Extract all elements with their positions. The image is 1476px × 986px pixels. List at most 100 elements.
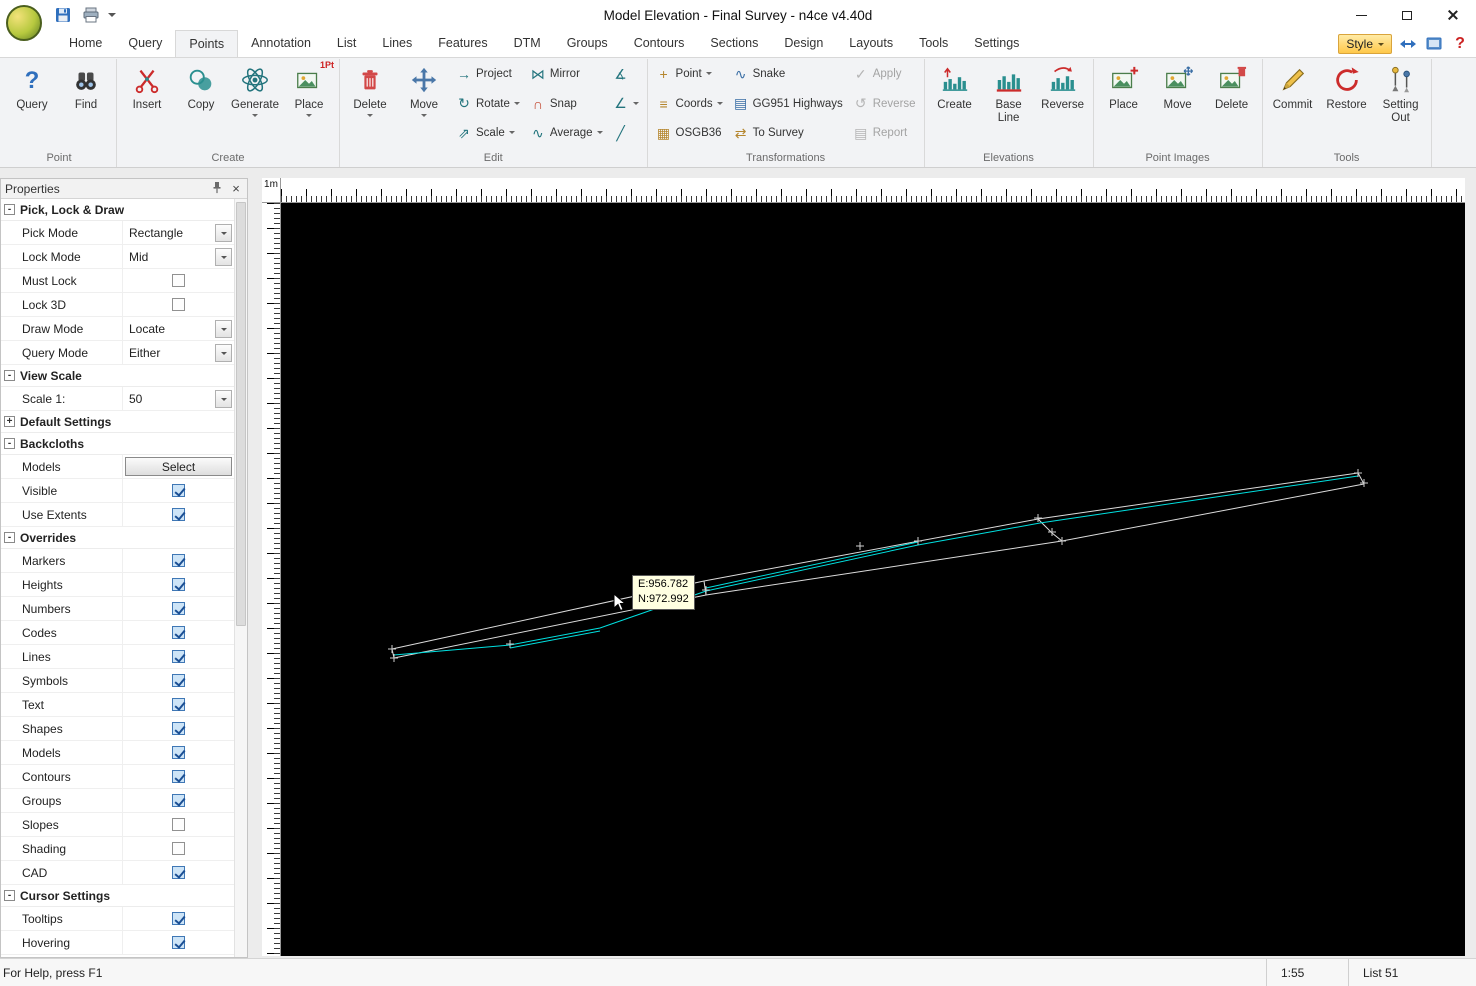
button-create[interactable]: Create — [929, 61, 981, 150]
section-backcloths[interactable]: - Backcloths — [1, 433, 234, 455]
collapse-icon[interactable]: - — [4, 890, 15, 901]
checkbox-markers[interactable] — [172, 554, 185, 567]
checkbox-contours[interactable] — [172, 770, 185, 783]
help-icon[interactable]: ? — [1450, 34, 1470, 54]
dropdown-scale-1[interactable]: 50 — [123, 387, 234, 410]
button-measure-icon[interactable]: ∡ — [609, 61, 643, 87]
print-icon[interactable] — [80, 4, 102, 26]
button-place[interactable]: 1Pt Place — [283, 60, 335, 150]
section-view-scale[interactable]: - View Scale — [1, 365, 234, 387]
checkbox-lines[interactable] — [172, 650, 185, 663]
checkbox-must-lock[interactable] — [172, 274, 185, 287]
dropdown-arrow-icon[interactable] — [215, 223, 232, 242]
checkbox-tooltips[interactable] — [172, 912, 185, 925]
tab-layouts[interactable]: Layouts — [836, 30, 906, 57]
button-commit[interactable]: Commit — [1267, 61, 1319, 150]
button-find[interactable]: Find — [60, 61, 112, 150]
checkbox-text[interactable] — [172, 698, 185, 711]
reference-book-icon[interactable] — [1424, 34, 1444, 54]
button-snake[interactable]: ∿ Snake — [729, 61, 847, 87]
tab-list[interactable]: List — [324, 30, 369, 57]
button-to-survey[interactable]: ⇄ To Survey — [729, 120, 847, 146]
properties-scrollbar[interactable] — [235, 199, 247, 957]
section-default-settings[interactable]: + Default Settings — [1, 411, 234, 433]
dropdown-pick-mode[interactable]: Rectangle — [123, 221, 234, 244]
button-rotate[interactable]: ↻ Rotate — [452, 91, 524, 117]
checkbox-heights[interactable] — [172, 578, 185, 591]
checkbox-groups[interactable] — [172, 794, 185, 807]
button-delete[interactable]: Delete — [1206, 61, 1258, 150]
collapse-icon[interactable]: - — [4, 438, 15, 449]
button-slope-icon[interactable]: ╱ — [609, 120, 643, 146]
checkbox-shapes[interactable] — [172, 722, 185, 735]
button-base-line[interactable]: Base Line — [983, 61, 1035, 150]
save-icon[interactable] — [52, 4, 74, 26]
button-restore[interactable]: Restore — [1321, 61, 1373, 150]
button-generate[interactable]: Generate — [229, 61, 281, 150]
button-insert[interactable]: Insert — [121, 61, 173, 150]
button-coords[interactable]: ≡ Coords — [652, 91, 727, 117]
section-overrides[interactable]: - Overrides — [1, 527, 234, 549]
pin-icon[interactable] — [211, 181, 223, 197]
button-query[interactable]: ? Query — [6, 61, 58, 150]
close-panel-icon[interactable]: × — [229, 181, 243, 196]
button-setting-out[interactable]: Setting Out — [1375, 61, 1427, 150]
collapse-icon[interactable]: - — [4, 204, 15, 215]
dropdown-lock-mode[interactable]: Mid — [123, 245, 234, 268]
checkbox-lock-3d[interactable] — [172, 298, 185, 311]
tab-settings[interactable]: Settings — [961, 30, 1032, 57]
dropdown-arrow-icon[interactable] — [215, 319, 232, 338]
tab-points[interactable]: Points — [175, 30, 239, 57]
minimize-button[interactable] — [1338, 0, 1384, 30]
model-canvas[interactable]: E:956.782 N:972.992 — [281, 203, 1465, 956]
tab-sections[interactable]: Sections — [697, 30, 771, 57]
checkbox-shading[interactable] — [172, 842, 185, 855]
dropdown-arrow-icon[interactable] — [215, 389, 232, 408]
button-point[interactable]: + Point — [652, 61, 727, 87]
tab-lines[interactable]: Lines — [369, 30, 425, 57]
close-button[interactable] — [1430, 0, 1476, 30]
button-move[interactable]: Move — [398, 61, 450, 150]
button-report[interactable]: ▤ Report — [849, 120, 920, 146]
button-project[interactable]: → Project — [452, 61, 524, 87]
tab-dtm[interactable]: DTM — [501, 30, 554, 57]
expand-icon[interactable]: + — [4, 416, 15, 427]
tab-home[interactable]: Home — [56, 30, 115, 57]
button-move[interactable]: Move — [1152, 61, 1204, 150]
button-snap[interactable]: ∩ Snap — [526, 91, 607, 117]
tab-annotation[interactable]: Annotation — [238, 30, 324, 57]
tab-query[interactable]: Query — [115, 30, 175, 57]
collapse-icon[interactable]: - — [4, 370, 15, 381]
button-reverse[interactable]: ↺ Reverse — [849, 91, 920, 117]
button-copy[interactable]: Copy — [175, 61, 227, 150]
button-osgb36[interactable]: ▦ OSGB36 — [652, 120, 727, 146]
tab-design[interactable]: Design — [771, 30, 836, 57]
button-select[interactable]: Select — [125, 457, 232, 476]
button-mirror[interactable]: ⋈ Mirror — [526, 61, 607, 87]
tab-contours[interactable]: Contours — [621, 30, 698, 57]
app-logo-icon[interactable] — [6, 5, 42, 41]
checkbox-models[interactable] — [172, 746, 185, 759]
checkbox-codes[interactable] — [172, 626, 185, 639]
dropdown-query-mode[interactable]: Either — [123, 341, 234, 364]
section-cursor-settings[interactable]: - Cursor Settings — [1, 885, 234, 907]
button-average[interactable]: ∿ Average — [526, 120, 607, 146]
dropdown-draw-mode[interactable]: Locate — [123, 317, 234, 340]
tab-groups[interactable]: Groups — [554, 30, 621, 57]
checkbox-cad[interactable] — [172, 866, 185, 879]
tab-features[interactable]: Features — [425, 30, 500, 57]
style-button[interactable]: Style — [1338, 34, 1392, 54]
section-pick-lock-draw[interactable]: - Pick, Lock & Draw — [1, 199, 234, 221]
checkbox-visible[interactable] — [172, 484, 185, 497]
dropdown-arrow-icon[interactable] — [215, 343, 232, 362]
checkbox-symbols[interactable] — [172, 674, 185, 687]
collapse-icon[interactable]: - — [4, 532, 15, 543]
checkbox-numbers[interactable] — [172, 602, 185, 615]
button-gg951-highways[interactable]: ▤ GG951 Highways — [729, 91, 847, 117]
checkbox-slopes[interactable] — [172, 818, 185, 831]
button-scale[interactable]: ⇗ Scale — [452, 120, 524, 146]
button-place[interactable]: Place — [1098, 61, 1150, 150]
button-reverse[interactable]: Reverse — [1037, 61, 1089, 150]
dropdown-arrow-icon[interactable] — [215, 247, 232, 266]
checkbox-use-extents[interactable] — [172, 508, 185, 521]
